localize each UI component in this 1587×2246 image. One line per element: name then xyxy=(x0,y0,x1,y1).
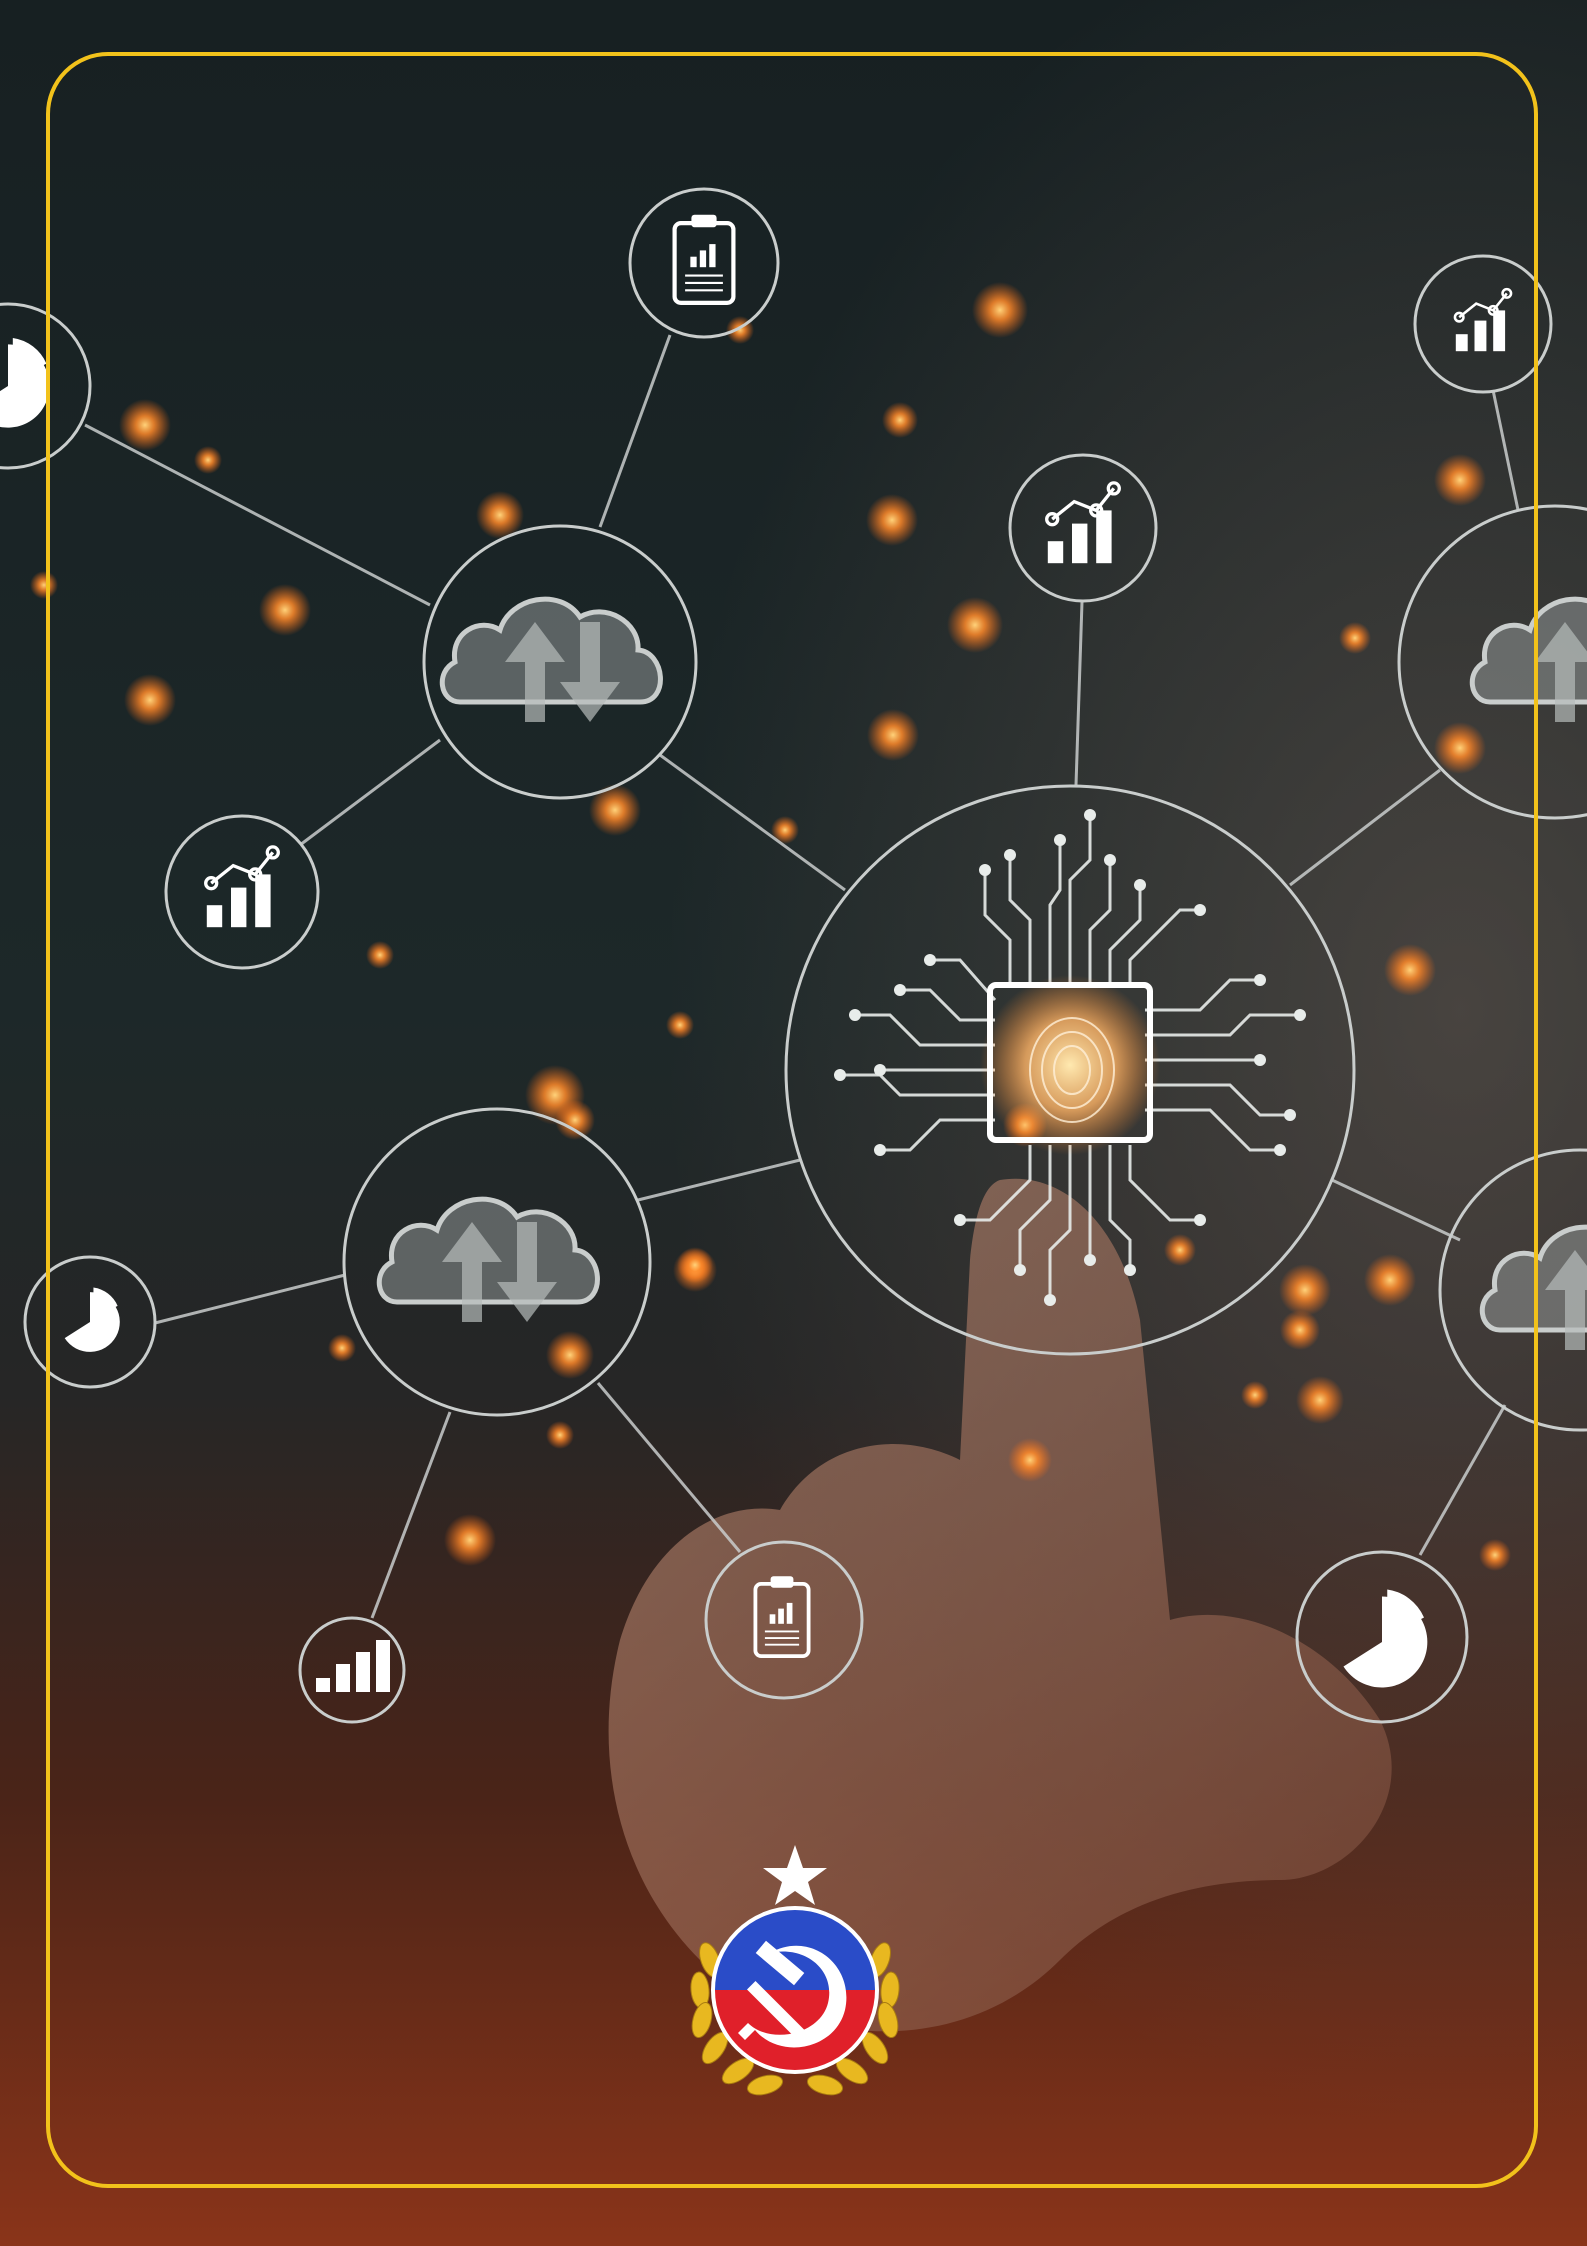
fingerprint-chip-node-icon xyxy=(784,784,1356,1356)
glow-particles xyxy=(30,282,1511,1571)
pie-chart-node-bottom-icon xyxy=(1295,1550,1469,1724)
growth-chart-node-topright-icon xyxy=(1413,254,1553,394)
star-icon xyxy=(763,1845,827,1905)
cloud-node-lower-left-icon xyxy=(342,1107,652,1417)
hammer-sickle-emblem-icon xyxy=(690,1845,900,2096)
growth-chart-node-icon xyxy=(1008,453,1158,603)
growth-chart-node-left-icon xyxy=(164,814,320,970)
pie-chart-node-left-icon xyxy=(23,1255,157,1389)
cloud-node-right-upper-icon xyxy=(1397,504,1587,820)
cloud-node-right-lower-icon xyxy=(1438,1148,1587,1432)
clipboard-chart-node-bottom-icon xyxy=(704,1540,864,1700)
clipboard-chart-node-icon xyxy=(628,187,780,339)
bar-chart-node-icon xyxy=(298,1616,406,1724)
cloud-node-upper-left-icon xyxy=(422,524,698,800)
pie-chart-node-topleft-icon xyxy=(0,302,92,470)
